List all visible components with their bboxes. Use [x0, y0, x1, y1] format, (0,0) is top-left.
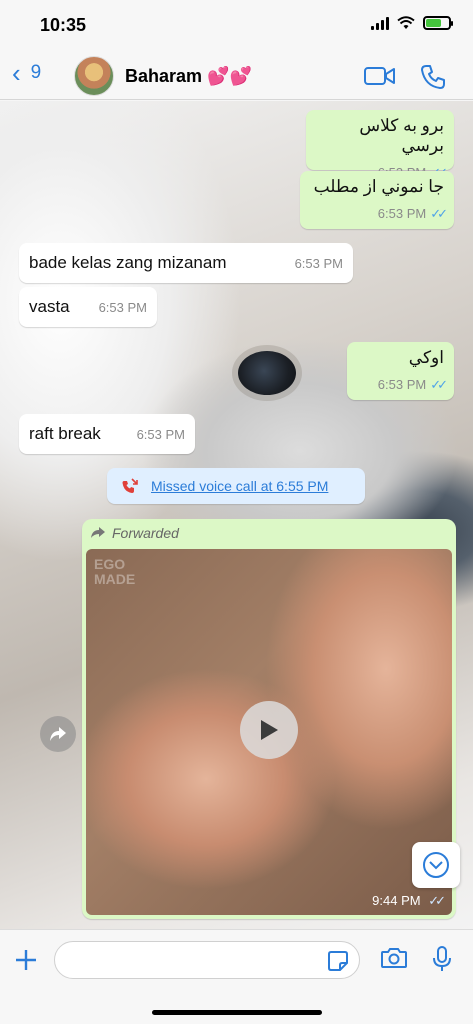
message-text: اوكي [408, 348, 444, 367]
scroll-down-icon [423, 852, 449, 878]
forwarded-video-message[interactable]: Forwarded EGO MADE 9:44 PM ✓✓ [82, 519, 456, 919]
read-ticks-icon: ✓✓ [430, 206, 448, 221]
message-time: 6:53 PM [377, 377, 427, 392]
message-outgoing[interactable]: جا نموني از مطلب 6:53 PM ✓✓ [300, 171, 454, 229]
message-time: 6:53 PM [98, 299, 147, 315]
video-thumbnail[interactable]: EGO MADE 9:44 PM ✓✓ [86, 549, 452, 915]
home-indicator [152, 1010, 322, 1015]
phone-icon[interactable] [420, 64, 446, 90]
back-chevron-icon: ‹ [12, 58, 21, 88]
play-button[interactable] [240, 701, 298, 759]
message-time: 6:53 PM [294, 255, 343, 271]
forwarded-text: Forwarded [112, 525, 179, 541]
chat-area[interactable]: برو به کلاس برسي 6:53 PM✓✓ جا نموني از م… [0, 101, 473, 929]
status-icons [371, 16, 453, 30]
camera-icon[interactable] [380, 946, 408, 970]
forward-icon [91, 527, 105, 538]
cellular-signal-icon [371, 16, 389, 30]
status-time: 10:35 [40, 15, 87, 35]
message-text: برو به کلاس برسي [359, 116, 444, 155]
message-time: 6:53 PM [136, 426, 185, 442]
read-ticks-icon: ✓✓ [430, 377, 448, 392]
message-input[interactable] [54, 941, 360, 979]
message-incoming[interactable]: bade kelas zang mizanam 6:53 PM [19, 243, 353, 283]
wallpaper-eye [238, 351, 296, 395]
video-call-icon[interactable] [364, 64, 396, 88]
video-time: 9:44 PM [372, 893, 421, 908]
message-text: جا نموني از مطلب [313, 177, 444, 196]
composer-bar [0, 929, 473, 1024]
missed-call-text[interactable]: Missed voice call at 6:55 PM [151, 478, 328, 494]
message-incoming[interactable]: vasta 6:53 PM [19, 287, 157, 327]
message-text: bade kelas zang mizanam [29, 253, 227, 272]
share-icon [50, 727, 66, 741]
video-time-row: 9:44 PM ✓✓ [372, 893, 446, 909]
microphone-icon[interactable] [432, 945, 452, 973]
message-outgoing[interactable]: اوكي 6:53 PM ✓✓ [347, 342, 454, 400]
plus-icon[interactable] [14, 948, 38, 972]
read-ticks-icon: ✓✓ [428, 893, 446, 908]
missed-call-icon [122, 478, 138, 493]
unread-count: 9 [30, 62, 42, 83]
sticker-icon[interactable] [327, 950, 349, 972]
battery-icon [423, 16, 453, 30]
share-button[interactable] [40, 716, 76, 752]
message-text: vasta [29, 297, 70, 316]
wifi-icon [397, 16, 415, 29]
contact-name[interactable]: Baharam 💕💕 [125, 66, 252, 87]
scroll-down-button[interactable] [412, 842, 460, 888]
message-time: 6:53 PM [377, 206, 427, 221]
message-outgoing[interactable]: برو به کلاس برسي 6:53 PM✓✓ [306, 110, 454, 180]
avatar[interactable] [74, 56, 114, 96]
message-text: raft break [29, 424, 101, 443]
play-icon [261, 720, 278, 740]
forwarded-label: Forwarded [90, 525, 179, 541]
status-bar: 10:35 [0, 0, 473, 52]
video-watermark: EGO MADE [94, 556, 136, 587]
back-button[interactable]: ‹ 9 [12, 58, 42, 88]
chat-header: ‹ 9 Baharam 💕💕 [0, 52, 473, 100]
missed-call-notice[interactable]: Missed voice call at 6:55 PM [107, 468, 365, 504]
message-incoming[interactable]: raft break 6:53 PM [19, 414, 195, 454]
